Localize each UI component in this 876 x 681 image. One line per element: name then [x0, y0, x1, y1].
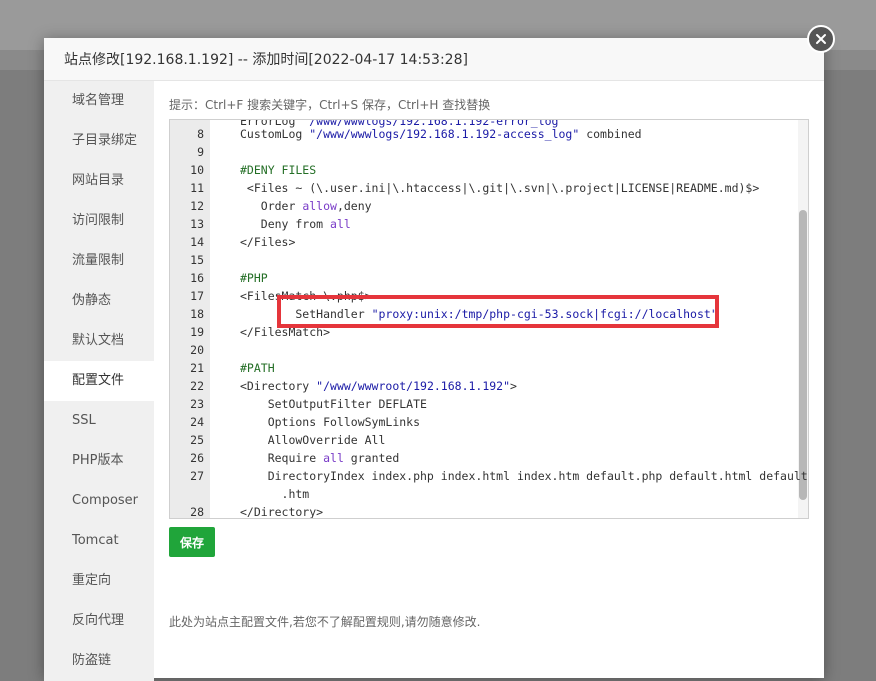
code-line: 18 SetHandler "proxy:unix:/tmp/php-cgi-5…: [170, 305, 798, 323]
line-number: 21: [190, 361, 204, 375]
modal-header: 站点修改[192.168.1.192] -- 添加时间[2022-04-17 1…: [44, 38, 824, 81]
sidebar-item[interactable]: PHP版本: [44, 441, 154, 481]
code-line: 13 Deny from all: [170, 215, 798, 233]
code-line: 14 </Files>: [170, 233, 798, 251]
code-text: Deny from all: [240, 217, 351, 231]
sidebar-item[interactable]: 网站目录: [44, 161, 154, 201]
sidebar-item[interactable]: Composer: [44, 481, 154, 521]
code-text: <Files ~ (\.user.ini|\.htaccess|\.git|\.…: [240, 181, 760, 195]
code-line: .htm: [170, 485, 798, 503]
code-text: Require all granted: [240, 451, 400, 465]
code-line: 21 #PATH: [170, 359, 798, 377]
code-text: Order allow,deny: [240, 199, 372, 213]
code-line: 15: [170, 251, 798, 269]
line-number: 20: [190, 343, 204, 357]
sidebar-menu: 域名管理 子目录绑定 网站目录 访问限制 流量限制 伪静态 默认文档 配置文件 SSL PHP版本…: [44, 81, 154, 681]
line-number: 13: [190, 217, 204, 231]
sidebar-item[interactable]: Tomcat: [44, 521, 154, 561]
site-edit-modal: 站点修改[192.168.1.192] -- 添加时间[2022-04-17 1…: [44, 38, 824, 681]
line-number: 26: [190, 451, 204, 465]
code-line: 27 DirectoryIndex index.php index.html i…: [170, 467, 808, 485]
code-line: 16 #PHP: [170, 269, 798, 287]
line-number: 28: [190, 505, 204, 519]
sidebar-item[interactable]: 防盗链: [44, 641, 154, 681]
code-line: 20: [170, 341, 798, 359]
sidebar-item[interactable]: 伪静态: [44, 281, 154, 321]
sidebar-item[interactable]: 子目录绑定: [44, 121, 154, 161]
code-text: <FilesMatch \.php$>: [240, 289, 372, 303]
line-number: 27: [190, 469, 204, 483]
code-text: #DENY FILES: [240, 163, 317, 177]
code-text: SetOutputFilter DEFLATE: [240, 397, 427, 411]
scrollbar-thumb[interactable]: [799, 210, 807, 500]
code-line: 24 Options FollowSymLinks: [170, 413, 798, 431]
line-number: 17: [190, 289, 204, 303]
sidebar-item[interactable]: 配置文件: [44, 361, 154, 401]
sidebar-item[interactable]: 流量限制: [44, 241, 154, 281]
code-line: 12 Order allow,deny: [170, 197, 798, 215]
line-number: 15: [190, 253, 204, 267]
editor-hint: 提示：Ctrl+F 搜索关键字，Ctrl+S 保存，Ctrl+H 查找替换: [169, 98, 491, 112]
code-text: DirectoryIndex index.php index.html inde…: [240, 469, 808, 483]
modal-title: 站点修改[192.168.1.192] -- 添加时间[2022-04-17 1…: [64, 52, 468, 68]
sidebar-item[interactable]: SSL: [44, 401, 154, 441]
line-number: 18: [190, 307, 204, 321]
code-line: ErrorLog "/www/wwwlogs/192.168.1.192-err…: [170, 119, 798, 130]
code-text: AllowOverride All: [240, 433, 386, 447]
code-text: .htm: [240, 487, 310, 501]
line-number: 24: [190, 415, 204, 429]
code-line: 28 </Directory>: [170, 503, 798, 519]
line-number: 19: [190, 325, 204, 339]
sidebar-item[interactable]: 重定向: [44, 561, 154, 601]
code-text: SetHandler "proxy:unix:/tmp/php-cgi-53.s…: [240, 307, 718, 321]
code-line: 10 #DENY FILES: [170, 161, 798, 179]
editor-scrollbar[interactable]: [798, 120, 808, 518]
code-text: Options FollowSymLinks: [240, 415, 421, 429]
line-number: 22: [190, 379, 204, 393]
code-line: 23 SetOutputFilter DEFLATE: [170, 395, 798, 413]
sidebar-item[interactable]: 访问限制: [44, 201, 154, 241]
code-text: </Directory>: [240, 505, 324, 519]
line-number: 23: [190, 397, 204, 411]
line-number: 11: [190, 181, 204, 195]
sidebar-item[interactable]: 反向代理: [44, 601, 154, 641]
code-text: ErrorLog "/www/wwwlogs/192.168.1.192-err…: [240, 119, 566, 128]
sidebar-item[interactable]: 默认文档: [44, 321, 154, 361]
close-button[interactable]: [807, 25, 835, 53]
code-line: 9: [170, 143, 798, 161]
line-number: 12: [190, 199, 204, 213]
code-line: 11 <Files ~ (\.user.ini|\.htaccess|\.git…: [170, 179, 798, 197]
config-note: 此处为站点主配置文件,若您不了解配置规则,请勿随意修改.: [169, 615, 481, 629]
code-line: 26 Require all granted: [170, 449, 798, 467]
code-line: 25 AllowOverride All: [170, 431, 798, 449]
line-number: 25: [190, 433, 204, 447]
line-number: 10: [190, 163, 204, 177]
line-number: 9: [197, 145, 204, 159]
line-number: 16: [190, 271, 204, 285]
line-number: 14: [190, 235, 204, 249]
code-editor[interactable]: 8 CustomLog "/www/wwwlogs/192.168.1.192-a…: [169, 119, 809, 519]
code-text: #PHP: [240, 271, 268, 285]
sidebar-item[interactable]: 域名管理: [44, 81, 154, 121]
code-line: 17 <FilesMatch \.php$>: [170, 287, 798, 305]
code-text: #PATH: [240, 361, 275, 375]
code-text: <Directory "/www/wwwroot/192.168.1.192">: [240, 379, 517, 393]
code-text: </FilesMatch>: [240, 325, 331, 339]
close-icon: [816, 34, 826, 44]
code-line: 22 <Directory "/www/wwwroot/192.168.1.192…: [170, 377, 798, 395]
save-button[interactable]: 保存: [169, 527, 215, 557]
code-line: 19 </FilesMatch>: [170, 323, 798, 341]
code-text: </Files>: [240, 235, 296, 249]
